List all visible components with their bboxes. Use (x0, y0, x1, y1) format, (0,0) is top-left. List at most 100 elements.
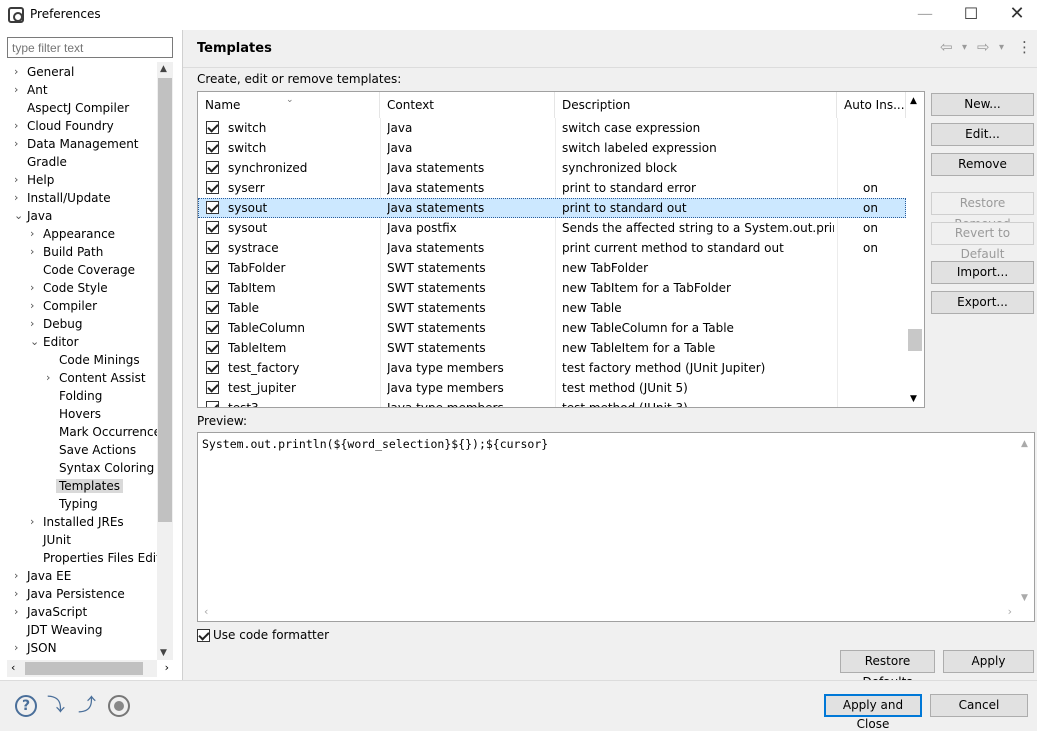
table-row[interactable]: TableColumn SWT statements new TableColumn… (198, 318, 906, 338)
tree-item[interactable]: Code Coverage (43, 261, 135, 279)
back-dropdown-icon[interactable]: ▾ (962, 42, 967, 53)
restore-removed-button[interactable]: Restore Removed (931, 192, 1034, 231)
export-button[interactable]: Export... (931, 291, 1034, 314)
tree-item[interactable]: › Java Persistence (14, 585, 125, 603)
scroll-left-icon[interactable]: ‹ (204, 605, 208, 618)
tree-item[interactable]: › Java EE (14, 567, 71, 585)
import-preferences-icon[interactable]: ⤵ (45, 695, 67, 717)
tree-vertical-scrollbar[interactable]: ▲ ▼ (157, 62, 173, 660)
tree-item[interactable]: Gradle (27, 153, 67, 171)
tree-item[interactable]: › Data Management (14, 135, 139, 153)
scroll-up-icon[interactable]: ▲ (1021, 439, 1028, 449)
tree-item[interactable]: Save Actions (59, 441, 136, 459)
table-row[interactable]: systrace Java statements print current met… (198, 238, 906, 258)
enabled-checkbox[interactable] (206, 161, 219, 174)
scroll-thumb[interactable] (908, 329, 922, 351)
scroll-up-icon[interactable]: ▲ (910, 96, 917, 106)
enabled-checkbox[interactable] (206, 121, 219, 134)
enabled-checkbox[interactable] (206, 301, 219, 314)
preview-horizontal-scrollbar[interactable]: ‹ › (198, 604, 1018, 621)
collapsed-chevron-icon[interactable]: › (30, 279, 40, 297)
table-row[interactable]: switch Java switch labeled expression (198, 138, 906, 158)
table-row[interactable]: syserr Java statements print to standard e… (198, 178, 906, 198)
minimize-button[interactable]: — (902, 0, 948, 30)
tree-item[interactable]: Templates (56, 477, 124, 495)
tree-item[interactable]: › Ant (14, 81, 48, 99)
enabled-checkbox[interactable] (206, 401, 219, 407)
enabled-checkbox[interactable] (206, 141, 219, 154)
table-row[interactable]: Table SWT statements new Table (198, 298, 906, 318)
table-row[interactable]: TabFolder SWT statements new TabFolder (198, 258, 906, 278)
table-row[interactable]: TabItem SWT statements new TabItem for a T… (198, 278, 906, 298)
tree-item[interactable]: › JSON (14, 639, 57, 657)
collapsed-chevron-icon[interactable]: › (14, 585, 24, 603)
preview-editor[interactable]: System.out.println(${word_selection}${})… (197, 432, 1035, 622)
collapsed-chevron-icon[interactable]: › (14, 117, 24, 135)
table-vertical-scrollbar[interactable]: ▲ ▼ (906, 92, 924, 407)
enabled-checkbox[interactable] (206, 261, 219, 274)
revert-to-default-button[interactable]: Revert to Default (931, 222, 1034, 261)
scroll-down-icon[interactable]: ▼ (1021, 593, 1028, 603)
forward-dropdown-icon[interactable]: ▾ (999, 42, 1004, 53)
tree-item[interactable]: › Build Path (30, 243, 103, 261)
expanded-chevron-icon[interactable]: ⌄ (30, 333, 40, 351)
preview-vertical-scrollbar[interactable]: ▲ ▼ (1017, 433, 1034, 605)
export-preferences-icon[interactable]: ⤴ (76, 695, 98, 717)
tree-item[interactable]: AspectJ Compiler (27, 99, 129, 117)
scroll-down-icon[interactable]: ▼ (910, 394, 917, 404)
collapsed-chevron-icon[interactable]: › (30, 297, 40, 315)
back-arrow-icon[interactable]: ⇦ (940, 38, 953, 56)
tree-item[interactable]: › Debug (30, 315, 82, 333)
table-row[interactable]: synchronized Java statements synchronized … (198, 158, 906, 178)
enabled-checkbox[interactable] (206, 201, 219, 214)
forward-arrow-icon[interactable]: ⇨ (977, 38, 990, 56)
collapsed-chevron-icon[interactable]: › (14, 135, 24, 153)
help-icon[interactable]: ? (15, 695, 37, 717)
view-menu-icon[interactable]: ⋮ (1017, 38, 1032, 56)
filter-input[interactable] (7, 37, 173, 58)
tree-item[interactable]: Folding (59, 387, 102, 405)
new-button[interactable]: New... (931, 93, 1034, 116)
close-window-button[interactable]: ✕ (994, 0, 1037, 30)
tree-item[interactable]: JDT Weaving (27, 621, 102, 639)
collapsed-chevron-icon[interactable]: › (30, 243, 40, 261)
collapsed-chevron-icon[interactable]: › (14, 603, 24, 621)
tree-item[interactable]: Code Minings (59, 351, 140, 369)
column-header-description[interactable]: Description (555, 92, 837, 118)
apply-and-close-button[interactable]: Apply and Close (824, 694, 922, 731)
tree-item[interactable]: › Cloud Foundry (14, 117, 114, 135)
apply-button[interactable]: Apply (943, 650, 1034, 673)
scroll-down-icon[interactable]: ▼ (160, 648, 167, 658)
tree-item[interactable]: › Help (14, 171, 54, 189)
enabled-checkbox[interactable] (206, 181, 219, 194)
tree-item[interactable]: › General (14, 63, 74, 81)
tree-item[interactable]: ⌄ Java (14, 207, 52, 225)
enabled-checkbox[interactable] (206, 221, 219, 234)
record-icon[interactable] (108, 695, 130, 717)
tree-item[interactable]: Typing (59, 495, 98, 513)
tree-item[interactable]: Hovers (59, 405, 101, 423)
tree-item[interactable]: Mark Occurrences (59, 423, 157, 441)
tree-item[interactable]: › Install/Update (14, 189, 111, 207)
scroll-left-icon[interactable]: ‹ (11, 661, 15, 674)
column-header-context[interactable]: Context (380, 92, 555, 118)
tree-item[interactable]: › Compiler (30, 297, 97, 315)
table-row[interactable]: test_factory Java type members test factor… (198, 358, 906, 378)
collapsed-chevron-icon[interactable]: › (30, 315, 40, 333)
column-header-name[interactable]: Name ⌄ (198, 92, 380, 118)
use-code-formatter-checkbox[interactable] (197, 629, 210, 642)
scroll-right-icon[interactable]: › (1008, 605, 1012, 618)
tree-item[interactable]: › JavaScript (14, 603, 87, 621)
table-row[interactable]: switch Java switch case expression (198, 118, 906, 138)
expanded-chevron-icon[interactable]: ⌄ (14, 207, 24, 225)
remove-button[interactable]: Remove (931, 153, 1034, 176)
tree-item[interactable]: › Content Assist (46, 369, 146, 387)
table-row[interactable]: test3 Java type members test method (JUnit… (198, 398, 906, 407)
table-row[interactable]: TableItem SWT statements new TableItem for… (198, 338, 906, 358)
edit-button[interactable]: Edit... (931, 123, 1034, 146)
enabled-checkbox[interactable] (206, 241, 219, 254)
tree-item[interactable]: ⌄ Editor (30, 333, 79, 351)
enabled-checkbox[interactable] (206, 361, 219, 374)
table-row[interactable]: sysout Java postfix Sends the affected str… (198, 218, 906, 238)
collapsed-chevron-icon[interactable]: › (46, 369, 56, 387)
